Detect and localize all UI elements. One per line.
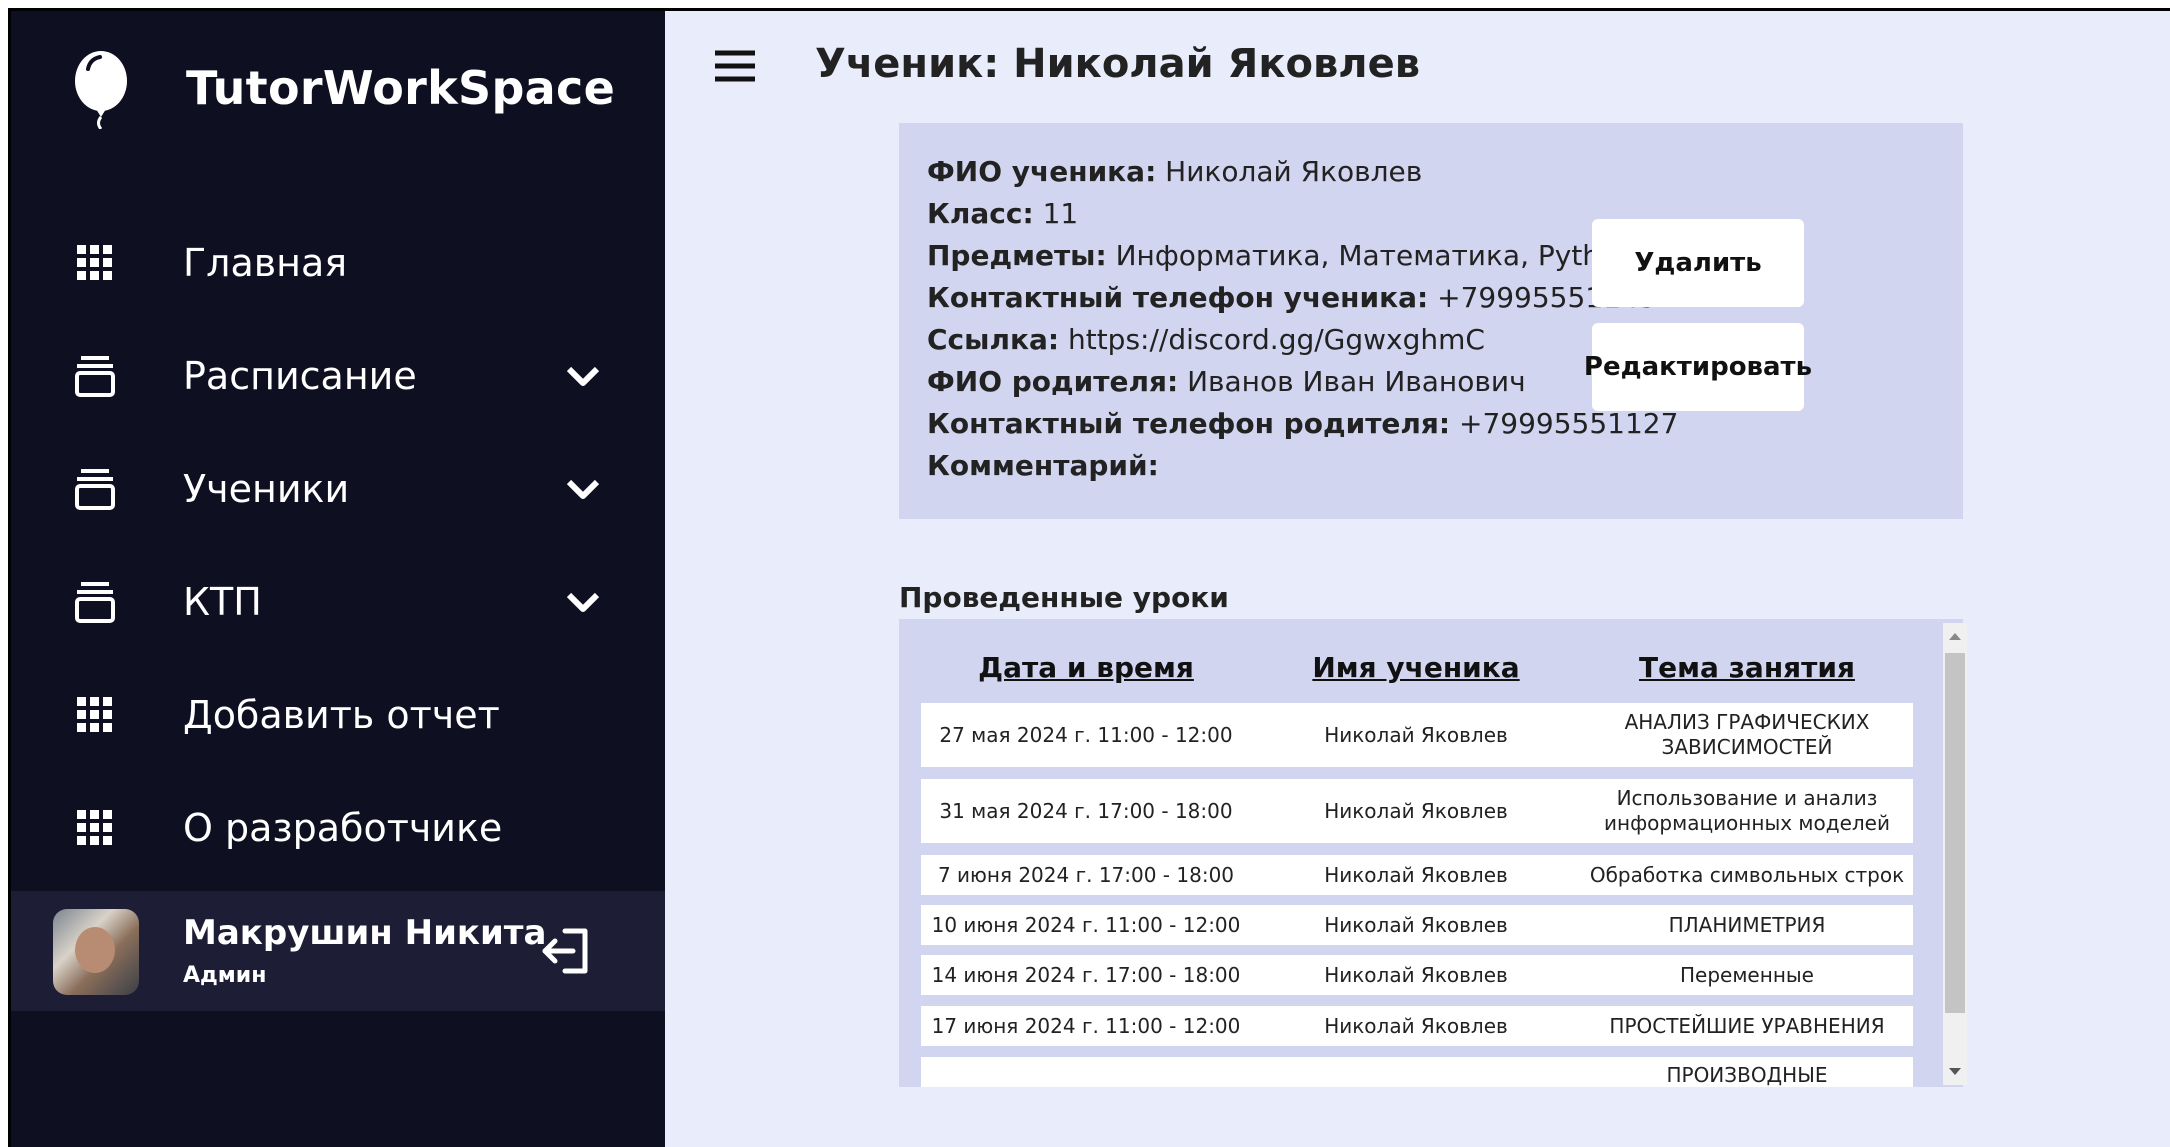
cell-topic: Использование и анализ информационных мо… [1604,786,1890,835]
sidebar-item-ktp[interactable]: КТП [11,557,665,647]
stack-icon [71,352,119,400]
cell-date: 14 июня 2024 г. 17:00 - 18:00 [931,962,1241,987]
cell-topic: ПРОСТЕЙШИЕ УРАВНЕНИЯ [1609,1013,1885,1038]
delete-button[interactable]: Удалить [1592,219,1804,307]
user-profile: Макрушин Никита Админ [11,891,665,1011]
sidebar-item-label: КТП [183,580,262,624]
grid-icon [71,239,119,287]
chevron-down-icon[interactable] [563,356,603,396]
cell-date: 31 мая 2024 г. 17:00 - 18:00 [939,798,1233,823]
cell-student: Николай Яковлев [1324,798,1508,823]
chevron-down-icon[interactable] [563,582,603,622]
cell-student: Николай Яковлев [1324,722,1508,747]
app-title: TutorWorkSpace [186,61,616,115]
sidebar-item-schedule[interactable]: Расписание [11,331,665,421]
sidebar-item-students[interactable]: Ученики [11,444,665,534]
cell-student: Николай Яковлев [1324,962,1508,987]
cell-date: 7 июня 2024 г. 17:00 - 18:00 [937,862,1235,887]
sidebar-item-label: Добавить отчет [183,693,500,737]
cell-date: 10 июня 2024 г. 11:00 - 12:00 [931,912,1241,937]
table-row[interactable]: 14 июня 2024 г. 17:00 - 18:00 Николай Як… [921,955,1913,995]
field-parent-phone: Контактный телефон родителя: +7999555112… [927,407,1679,440]
sidebar-item-label: Главная [183,241,348,285]
scrollbar-thumb[interactable] [1945,653,1965,1013]
field-student-phone: Контактный телефон ученика: +79995551145 [927,281,1657,314]
sidebar-item-label: Расписание [183,354,417,398]
sidebar-item-add-report[interactable]: Добавить отчет [11,670,665,760]
field-subjects: Предметы: Информатика, Математика, Pytho… [927,239,1635,272]
grid-icon [71,804,119,852]
column-header-student[interactable]: Имя ученика [1251,651,1581,684]
field-student-name: ФИО ученика: Николай Яковлев [927,155,1423,188]
column-header-topic[interactable]: Тема занятия [1581,651,1913,684]
hamburger-icon[interactable] [713,47,757,87]
logout-icon[interactable] [539,923,595,979]
table-row[interactable]: 27 мая 2024 г. 11:00 - 12:00 Николай Яко… [921,703,1913,767]
field-class: Класс: 11 [927,197,1079,230]
cell-topic: ПЛАНИМЕТРИЯ [1668,912,1826,937]
user-role: Админ [183,963,267,988]
column-header-date[interactable]: Дата и время [921,651,1251,684]
table-row[interactable]: ПРОИЗВОДНЫЕ [921,1057,1913,1087]
scroll-up-icon[interactable] [1949,633,1961,640]
table-row[interactable]: 10 июня 2024 г. 11:00 - 12:00 Николай Як… [921,905,1913,945]
brand[interactable]: TutorWorkSpace [66,49,615,130]
student-info-card: ФИО ученика: Николай Яковлев Класс: 11 П… [899,123,1963,519]
field-parent-name: ФИО родителя: Иванов Иван Иванович [927,365,1526,398]
cell-date: 17 июня 2024 г. 11:00 - 12:00 [931,1013,1241,1038]
table-row[interactable]: 31 мая 2024 г. 17:00 - 18:00 Николай Яко… [921,779,1913,843]
table-row[interactable]: 7 июня 2024 г. 17:00 - 18:00 Николай Яко… [921,855,1913,895]
page-title: Ученик: Николай Яковлев [815,41,1421,87]
user-name: Макрушин Никита [183,913,547,953]
cell-student: Николай Яковлев [1324,912,1508,937]
sidebar-item-label: Ученики [183,467,350,511]
field-link: Ссылка: https://discord.gg/GgwxghmC [927,323,1485,356]
table-row[interactable]: 17 июня 2024 г. 11:00 - 12:00 Николай Як… [921,1006,1913,1046]
cell-topic: Обработка символьных строк [1589,862,1905,887]
stack-icon [71,465,119,513]
edit-button[interactable]: Редактировать [1584,323,1812,411]
sidebar-item-label: О разработчике [183,806,503,850]
cell-topic: АНАЛИЗ ГРАФИЧЕСКИХ ЗАВИСИМОСТЕЙ [1624,710,1870,759]
cell-student: Николай Яковлев [1324,1013,1508,1038]
field-comment: Комментарий: [927,449,1159,482]
lessons-table: Дата и время Имя ученика Тема занятия 27… [899,619,1963,1087]
stack-icon [71,578,119,626]
balloon-icon [66,49,136,130]
sidebar-item-home[interactable]: Главная [11,218,665,308]
sidebar: TutorWorkSpace Главная Расписание Ученик… [11,11,665,1147]
cell-topic: ПРОИЗВОДНЫЕ [1666,1063,1828,1087]
lessons-scrollbar[interactable] [1943,623,1967,1085]
avatar[interactable] [53,909,139,995]
main-content: Ученик: Николай Яковлев ФИО ученика: Ник… [665,11,2170,1147]
scroll-down-icon[interactable] [1949,1068,1961,1075]
cell-date: 27 мая 2024 г. 11:00 - 12:00 [939,722,1233,747]
chevron-down-icon[interactable] [563,469,603,509]
grid-icon [71,691,119,739]
sidebar-item-about[interactable]: О разработчике [11,783,665,873]
app-window: TutorWorkSpace Главная Расписание Ученик… [8,8,2170,1147]
cell-topic: Переменные [1680,962,1814,987]
student-fields: ФИО ученика: Николай Яковлев Класс: 11 П… [927,151,1678,487]
lessons-title: Проведенные уроки [899,581,1229,614]
cell-student: Николай Яковлев [1324,862,1508,887]
